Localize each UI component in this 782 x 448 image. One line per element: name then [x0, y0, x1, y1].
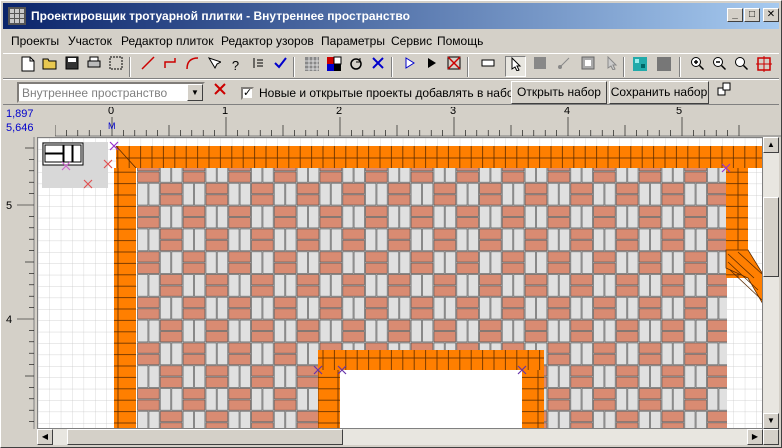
- fill-area-icon[interactable]: [577, 56, 598, 77]
- save-set-button[interactable]: Сохранить набор: [609, 81, 709, 104]
- solid-gray-icon[interactable]: [653, 56, 674, 77]
- help-cursor-icon[interactable]: ?: [225, 56, 246, 77]
- scroll-up-icon[interactable]: ▲: [763, 137, 779, 153]
- rotate-icon[interactable]: [345, 56, 366, 77]
- plan-canvas[interactable]: [37, 137, 763, 429]
- app-icon: [8, 7, 26, 25]
- print-icon[interactable]: [83, 56, 104, 77]
- ruler-v-label: 5: [6, 200, 12, 212]
- ruler-v-label: 4: [6, 314, 12, 326]
- add-to-set-checkbox[interactable]: ✓: [241, 87, 254, 100]
- draw-arc-icon[interactable]: [181, 56, 202, 77]
- set-toolbar: Внутреннее пространство ▼ ✓ Новые и откр…: [3, 79, 779, 105]
- menu-service[interactable]: Сервис: [391, 34, 432, 48]
- menu-pattern-editor[interactable]: Редактор узоров: [221, 34, 314, 48]
- toolbar-separator: [129, 57, 131, 77]
- horizontal-scroll-thumb[interactable]: [67, 429, 343, 445]
- title-bar: Проектировщик тротуарной плитки - Внутре…: [3, 3, 779, 29]
- left-border[interactable]: [114, 168, 136, 429]
- maximize-button[interactable]: □: [744, 8, 760, 22]
- chevron-down-icon[interactable]: ▼: [187, 84, 203, 101]
- edit-node-icon[interactable]: [203, 56, 224, 77]
- main-toolbar: ?: [3, 53, 779, 79]
- coord-x-readout: 1,897: [6, 108, 34, 120]
- scroll-left-icon[interactable]: ◀: [37, 429, 53, 445]
- layers-icon[interactable]: [713, 81, 734, 102]
- open-folder-icon[interactable]: [39, 56, 60, 77]
- inner-left-border[interactable]: [318, 370, 340, 429]
- ruler-h-label: 1: [222, 107, 228, 117]
- draw-polyline-icon[interactable]: [159, 56, 180, 77]
- origin-marker: M: [108, 121, 116, 131]
- zoom-icon[interactable]: [731, 56, 752, 77]
- ruler-h-label: 3: [450, 107, 456, 117]
- pattern-legend-icon: [42, 142, 84, 166]
- coord-y-readout: 5,646: [6, 122, 34, 134]
- play-icon[interactable]: [421, 56, 442, 77]
- add-to-set-label: Новые и открытые проекты добавлять в наб…: [259, 86, 521, 100]
- ruler-h-label: 0: [108, 107, 114, 117]
- vertical-scroll-thumb[interactable]: [763, 197, 779, 277]
- inner-top-border[interactable]: [318, 350, 544, 370]
- window-title: Проектировщик тротуарной плитки - Внутре…: [31, 9, 410, 23]
- close-button[interactable]: ✕: [763, 8, 779, 22]
- pointer-tool-icon[interactable]: [505, 56, 526, 77]
- remove-project-icon[interactable]: [209, 82, 230, 103]
- menu-tile-editor[interactable]: Редактор плиток: [121, 34, 213, 48]
- inner-right-border[interactable]: [522, 370, 544, 429]
- confirm-check-icon[interactable]: [269, 56, 290, 77]
- app-window: Проектировщик тротуарной плитки - Внутре…: [0, 0, 782, 448]
- open-set-button[interactable]: Открыть набор: [511, 81, 607, 104]
- top-border[interactable]: [116, 146, 763, 168]
- select-arrow-icon[interactable]: [601, 55, 622, 77]
- project-combo-value: Внутреннее пространство: [22, 86, 168, 100]
- move-node-icon[interactable]: [553, 56, 574, 77]
- scroll-down-icon[interactable]: ▼: [763, 413, 779, 429]
- minimize-button[interactable]: _: [727, 8, 743, 22]
- zoom-fit-icon[interactable]: [753, 56, 774, 77]
- toolbar-separator: [623, 57, 625, 77]
- menu-help[interactable]: Помощь: [437, 34, 483, 48]
- toolbar-separator: [391, 57, 393, 77]
- grid-fill-icon[interactable]: [301, 56, 322, 77]
- horizontal-scrollbar[interactable]: ◀ ▶: [37, 429, 763, 445]
- zoom-in-icon[interactable]: [687, 56, 708, 77]
- clear-fill-icon[interactable]: [443, 56, 464, 77]
- ruler-h-label: 5: [676, 107, 682, 117]
- save-icon[interactable]: [61, 56, 82, 77]
- zoom-out-icon[interactable]: [709, 56, 730, 77]
- measure-icon[interactable]: [247, 56, 268, 77]
- vertical-ruler: 5 4 3: [6, 137, 35, 429]
- draw-line-icon[interactable]: [137, 56, 158, 77]
- ruler-h-label: 4: [564, 107, 570, 117]
- menu-plot[interactable]: Участок: [68, 34, 112, 48]
- step-forward-icon[interactable]: [399, 56, 420, 77]
- eraser-icon[interactable]: [477, 56, 498, 77]
- scroll-right-icon[interactable]: ▶: [747, 429, 763, 445]
- delete-x-icon[interactable]: [367, 56, 388, 77]
- toolbar-separator: [467, 57, 469, 77]
- color-fill-icon[interactable]: [323, 56, 344, 77]
- scroll-corner: [763, 429, 779, 445]
- menu-parameters[interactable]: Параметры: [321, 34, 385, 48]
- cutout-area: [342, 370, 522, 428]
- project-combo[interactable]: Внутреннее пространство ▼: [17, 82, 205, 103]
- select-area-icon[interactable]: [105, 56, 126, 77]
- horizontal-ruler: 0 1 2 3 4 5 M: [55, 107, 781, 137]
- ruler-v-label: 3: [6, 428, 12, 429]
- vertical-scrollbar[interactable]: ▲ ▼: [763, 137, 779, 429]
- new-file-icon[interactable]: [17, 56, 38, 77]
- toolbar-separator: [679, 57, 681, 77]
- texture-icon[interactable]: [629, 56, 650, 77]
- paving-drawing[interactable]: [38, 138, 763, 429]
- ruler-h-label: 2: [336, 107, 342, 117]
- menu-projects[interactable]: Проекты: [11, 34, 59, 48]
- menu-bar: Проекты Участок Редактор плиток Редактор…: [3, 31, 779, 51]
- toolbar-separator: [293, 57, 295, 77]
- fill-rect-icon[interactable]: [529, 56, 550, 77]
